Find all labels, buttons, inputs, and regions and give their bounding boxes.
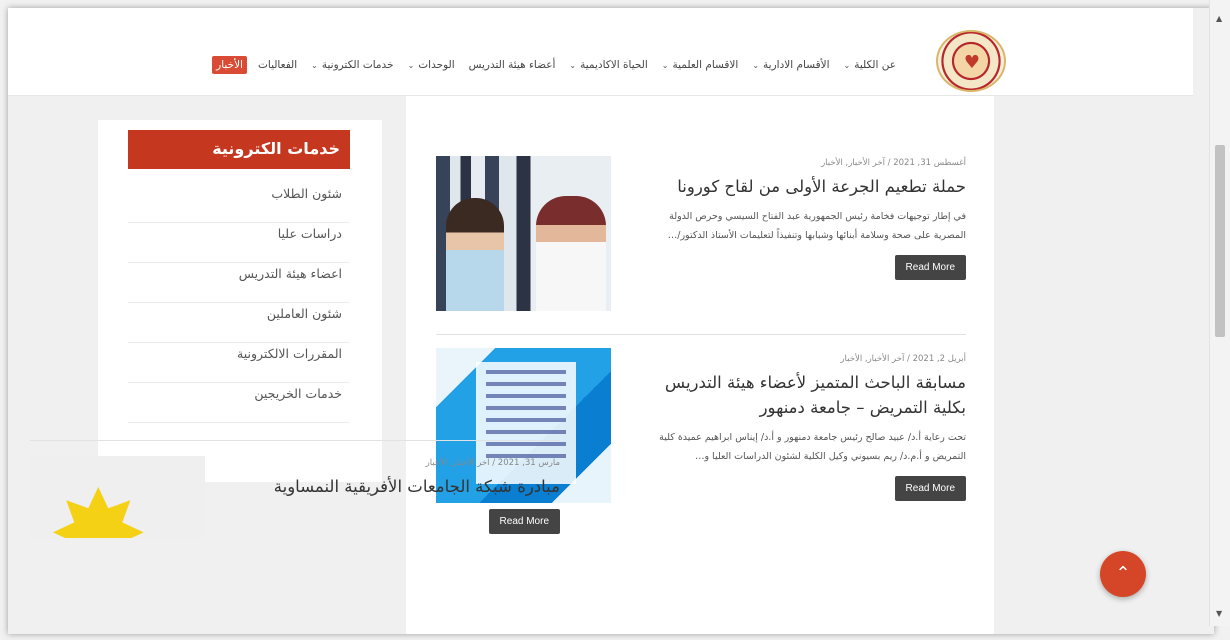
post-meta: أبريل 2, 2021 / آخر الأخبار, الأخبار — [840, 354, 966, 364]
scroll-up-arrow-icon[interactable]: ▲ — [1216, 14, 1222, 23]
read-more-button[interactable]: Read More — [894, 255, 966, 280]
nav-item-events[interactable]: الفعاليات — [251, 59, 304, 71]
nav-item-about[interactable]: عن الكلية ⌄ — [837, 59, 904, 71]
chevron-down-icon: ⌄ — [407, 60, 415, 70]
sidebar-item-student-affairs[interactable]: شئون الطلاب — [128, 183, 350, 223]
star-burst-icon: ✸ — [48, 466, 149, 539]
post-title[interactable]: مبادرة شبكة الجامعات الأفريقية النمساوية — [230, 474, 560, 499]
main-nav: عن الكلية ⌄ الأقسام الادارية ⌄ الاقسام الع… — [212, 56, 903, 74]
back-to-top-button[interactable]: ⌃ — [1100, 551, 1146, 597]
nav-item-academic-life[interactable]: الحياة الاكاديمية ⌄ — [562, 59, 654, 71]
nav-item-units[interactable]: الوحدات ⌄ — [401, 59, 462, 71]
sidebar-list: شئون الطلاب دراسات عليا اعضاء هيئة التدر… — [128, 183, 350, 423]
post-image[interactable]: ✸ — [30, 456, 205, 538]
nav-item-news[interactable]: الأخبار — [212, 56, 247, 74]
post-meta: مارس 31, 2021 / آخر الأخبار, الأخبار — [425, 458, 560, 468]
sidebar-item-graduates[interactable]: خدمات الخريجين — [128, 383, 350, 423]
vertical-scrollbar[interactable]: ▲ ▼ — [1209, 0, 1230, 626]
nav-item-admin-depts[interactable]: الأقسام الادارية ⌄ — [745, 59, 836, 71]
sidebar: خدمات الكترونية شئون الطلاب دراسات عليا … — [98, 120, 382, 482]
scrollbar-thumb[interactable] — [1215, 145, 1225, 337]
news-list: أغسطس 31, 2021 / آخر الأخبار, الأخبار حم… — [406, 96, 994, 634]
chevron-down-icon: ⌄ — [752, 60, 760, 70]
chevron-down-icon: ⌄ — [569, 60, 577, 70]
post-text: مارس 31, 2021 / آخر الأخبار, الأخبار مبا… — [230, 458, 560, 534]
chevron-down-icon: ⌄ — [843, 60, 851, 70]
read-more-button[interactable]: Read More — [894, 476, 966, 501]
sidebar-title: خدمات الكترونية — [128, 130, 350, 169]
post-title[interactable]: حملة تطعيم الجرعة الأولى من لقاح كورونا — [636, 174, 966, 199]
post-divider — [30, 440, 560, 441]
sidebar-item-e-courses[interactable]: المقررات الالكترونية — [128, 343, 350, 383]
chevron-up-icon: ⌃ — [1115, 563, 1131, 584]
nav-item-academic-depts[interactable]: الاقسام العلمية ⌄ — [655, 59, 746, 71]
nav-item-eservices[interactable]: خدمات الكترونية ⌄ — [304, 59, 400, 71]
read-more-button[interactable]: Read More — [488, 509, 560, 534]
post-text: أغسطس 31, 2021 / آخر الأخبار, الأخبار حم… — [636, 158, 966, 280]
chevron-down-icon: ⌄ — [661, 60, 669, 70]
sidebar-item-faculty-staff[interactable]: اعضاء هيئة التدريس — [128, 263, 350, 303]
post-title[interactable]: مسابقة الباحث المتميز لأعضاء هيئة التدري… — [636, 370, 966, 420]
chevron-down-icon: ⌄ — [311, 60, 318, 70]
sidebar-item-employee-affairs[interactable]: شئون العاملين — [128, 303, 350, 343]
nav-item-faculty-staff[interactable]: أعضاء هيئة التدريس — [462, 59, 563, 71]
post-divider — [436, 334, 966, 335]
logo-heart-icon: ♥ — [963, 52, 981, 73]
post-excerpt: تحت رعاية أ.د/ عبيد صالح رئيس جامعة دمنه… — [659, 432, 966, 462]
scroll-down-arrow-icon[interactable]: ▼ — [1216, 609, 1222, 618]
post-excerpt: في إطار توجيهات فخامة رئيس الجمهورية عبد… — [667, 211, 966, 241]
sidebar-item-postgraduate[interactable]: دراسات عليا — [128, 223, 350, 263]
post-image[interactable] — [436, 156, 611, 311]
faculty-logo[interactable]: ♥ — [936, 30, 1006, 92]
post-meta: أغسطس 31, 2021 / آخر الأخبار, الأخبار — [821, 158, 966, 168]
browser-window: ♥ عن الكلية ⌄ الأقسام الادارية ⌄ الاقسام ا… — [8, 8, 1214, 634]
site-header: ♥ عن الكلية ⌄ الأقسام الادارية ⌄ الاقسام ا… — [8, 8, 1193, 96]
post-text: أبريل 2, 2021 / آخر الأخبار, الأخبار مسا… — [636, 354, 966, 501]
